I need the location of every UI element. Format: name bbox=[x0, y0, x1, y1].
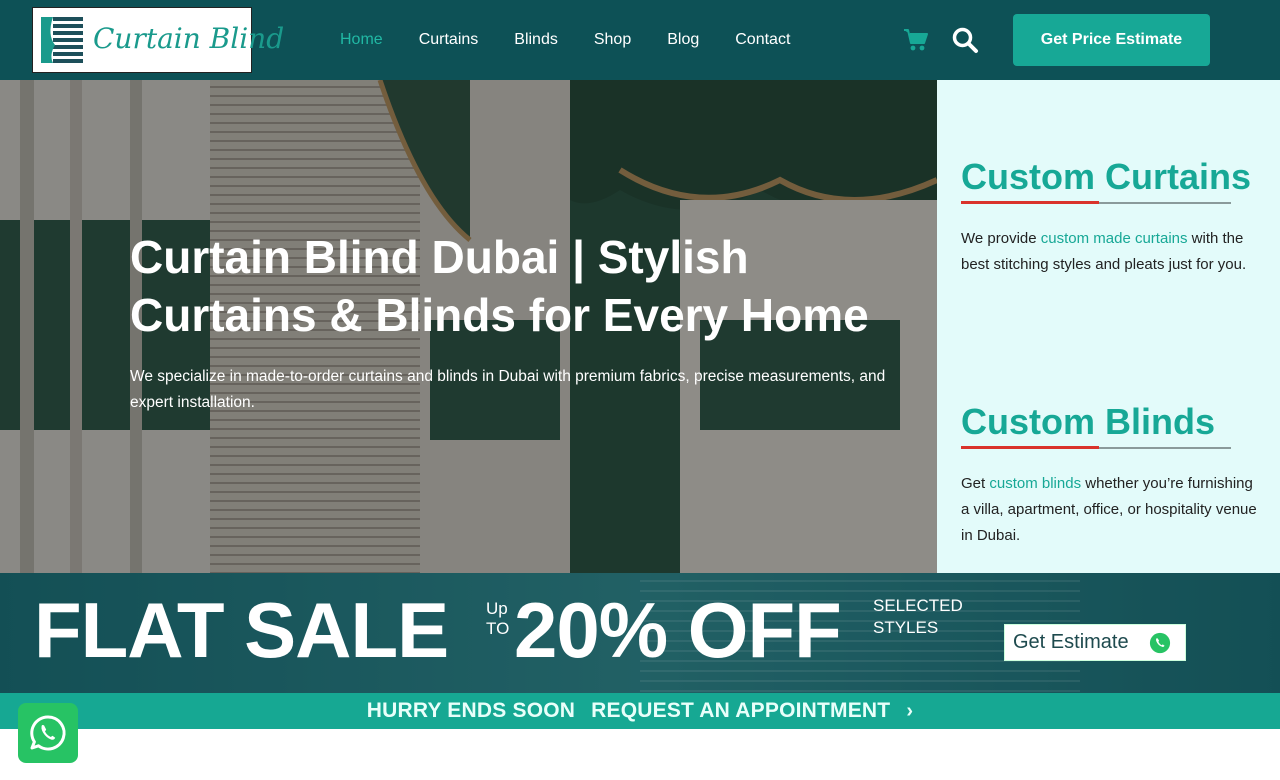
heading-underline bbox=[961, 446, 1231, 449]
hero-title: Curtain Blind Dubai | Stylish Curtains &… bbox=[130, 231, 869, 341]
cart-icon[interactable] bbox=[903, 27, 929, 53]
request-appointment-text: REQUEST AN APPOINTMENT bbox=[591, 699, 891, 722]
custom-curtains-heading: Custom Curtains bbox=[961, 156, 1252, 197]
curtain-logo-icon bbox=[41, 17, 83, 63]
flat-sale-text: FLAT SALE bbox=[34, 586, 449, 674]
heading-underline bbox=[961, 201, 1231, 204]
custom-blinds-link[interactable]: custom blinds bbox=[989, 475, 1081, 492]
styles-label: STYLES bbox=[873, 618, 939, 637]
custom-made-curtains-link[interactable]: custom made curtains bbox=[1041, 230, 1188, 247]
logo-text: Curtain Blind bbox=[93, 22, 285, 55]
nav-item-blog[interactable]: Blog bbox=[667, 31, 699, 49]
hurry-ends-soon-text: HURRY ENDS SOON bbox=[366, 699, 576, 722]
nav-item-shop[interactable]: Shop bbox=[594, 31, 631, 49]
whatsapp-chat-button[interactable] bbox=[18, 703, 78, 763]
custom-blinds-heading: Custom Blinds bbox=[961, 401, 1216, 442]
get-estimate-button[interactable]: Get Estimate bbox=[1004, 624, 1186, 661]
to-label: TO bbox=[486, 619, 510, 638]
hero-section: Curtain Blind Dubai | Stylish Curtains &… bbox=[0, 80, 937, 573]
up-label: Up bbox=[486, 599, 508, 618]
nav-item-curtains[interactable]: Curtains bbox=[419, 31, 479, 49]
nav-item-blinds[interactable]: Blinds bbox=[514, 31, 558, 49]
whatsapp-icon bbox=[1149, 632, 1171, 654]
discount-text: 20% OFF bbox=[514, 586, 842, 674]
site-logo[interactable]: Curtain Blind bbox=[32, 7, 284, 73]
selected-label: SELECTED bbox=[873, 596, 963, 615]
up-to-text: Up TO bbox=[486, 599, 509, 639]
nav-item-contact[interactable]: Contact bbox=[735, 31, 790, 49]
nav-item-home[interactable]: Home bbox=[340, 31, 383, 49]
main-nav: Home Curtains Blinds Shop Blog Contact bbox=[322, 0, 808, 80]
features-panel: Custom Curtains We provide custom made c… bbox=[937, 80, 1280, 573]
curtains-text-start: We provide bbox=[961, 230, 1041, 247]
get-price-estimate-button[interactable]: Get Price Estimate bbox=[1013, 14, 1210, 66]
site-header: Curtain Blind Home Curtains Blinds Shop … bbox=[0, 0, 1280, 80]
custom-blinds-text: Get custom blinds whether you’re furnish… bbox=[961, 471, 1261, 549]
custom-curtains-text: We provide custom made curtains with the… bbox=[961, 226, 1261, 278]
hero-subtitle: We specialize in made-to-order curtains … bbox=[130, 368, 886, 411]
blinds-text-start: Get bbox=[961, 475, 990, 492]
chevron-right-icon: › bbox=[906, 699, 914, 722]
selected-styles-text: SELECTED STYLES bbox=[873, 595, 963, 639]
request-appointment-bar[interactable]: HURRY ENDS SOON REQUEST AN APPOINTMENT › bbox=[0, 693, 1280, 729]
get-estimate-label: Get Estimate bbox=[1013, 631, 1129, 653]
search-icon[interactable] bbox=[951, 26, 979, 54]
sale-banner[interactable]: FLAT SALE Up TO 20% OFF SELECTED STYLES … bbox=[0, 573, 1280, 693]
whatsapp-icon bbox=[30, 715, 66, 751]
